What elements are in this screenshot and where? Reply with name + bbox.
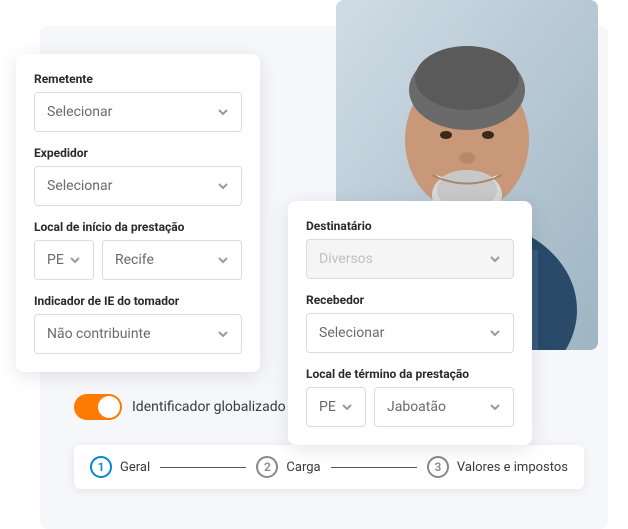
indicador-ie-value: Não contribuinte — [47, 326, 151, 342]
chevron-down-icon — [69, 254, 81, 266]
step-valores[interactable]: 3 Valores e impostos — [427, 456, 568, 478]
destinatario-value: Diversos — [319, 251, 373, 267]
indicador-ie-label: Indicador de IE do tomador — [34, 294, 242, 308]
globalized-identifier-row: Identificador globalizado — [74, 394, 286, 420]
chevron-down-icon — [341, 401, 353, 413]
form-stepper: 1 Geral 2 Carga 3 Valores e impostos — [74, 445, 584, 489]
chevron-down-icon — [489, 401, 501, 413]
chevron-down-icon — [217, 254, 229, 266]
chevron-down-icon — [489, 327, 501, 339]
step-connector — [331, 467, 417, 468]
chevron-down-icon — [217, 106, 229, 118]
step-geral[interactable]: 1 Geral — [90, 456, 150, 478]
step-label-3: Valores e impostos — [457, 460, 568, 475]
step-label-1: Geral — [120, 460, 150, 475]
local-inicio-state-value: PE — [47, 252, 64, 268]
step-number-2: 2 — [256, 456, 278, 478]
destinatario-select[interactable]: Diversos — [306, 239, 514, 279]
local-termino-state-value: PE — [319, 399, 336, 415]
recebedor-value: Selecionar — [319, 325, 384, 341]
chevron-down-icon — [217, 328, 229, 340]
local-termino-label: Local de término da prestação — [306, 367, 514, 381]
remetente-label: Remetente — [34, 72, 242, 86]
indicador-ie-select[interactable]: Não contribuinte — [34, 314, 242, 354]
step-carga[interactable]: 2 Carga — [256, 456, 320, 478]
local-inicio-city-select[interactable]: Recife — [102, 240, 242, 280]
step-number-3: 3 — [427, 456, 449, 478]
chevron-down-icon — [217, 180, 229, 192]
remetente-select[interactable]: Selecionar — [34, 92, 242, 132]
step-number-1: 1 — [90, 456, 112, 478]
chevron-down-icon — [489, 253, 501, 265]
local-inicio-label: Local de início da prestação — [34, 220, 242, 234]
step-label-2: Carga — [286, 460, 320, 475]
sender-form-card: Remetente Selecionar Expedidor Seleciona… — [16, 54, 260, 372]
local-termino-city-value: Jaboatão — [387, 399, 446, 415]
recebedor-select[interactable]: Selecionar — [306, 313, 514, 353]
local-inicio-city-value: Recife — [115, 252, 154, 268]
local-termino-state-select[interactable]: PE — [306, 387, 366, 427]
toggle-knob — [98, 396, 120, 418]
recipient-form-card: Destinatário Diversos Recebedor Selecion… — [288, 201, 532, 445]
expedidor-select[interactable]: Selecionar — [34, 166, 242, 206]
globalized-identifier-toggle[interactable] — [74, 394, 122, 420]
expedidor-label: Expedidor — [34, 146, 242, 160]
expedidor-value: Selecionar — [47, 178, 112, 194]
local-inicio-state-select[interactable]: PE — [34, 240, 94, 280]
step-connector — [160, 467, 246, 468]
recebedor-label: Recebedor — [306, 293, 514, 307]
globalized-identifier-label: Identificador globalizado — [132, 399, 286, 415]
remetente-value: Selecionar — [47, 104, 112, 120]
destinatario-label: Destinatário — [306, 219, 514, 233]
local-termino-city-select[interactable]: Jaboatão — [374, 387, 514, 427]
